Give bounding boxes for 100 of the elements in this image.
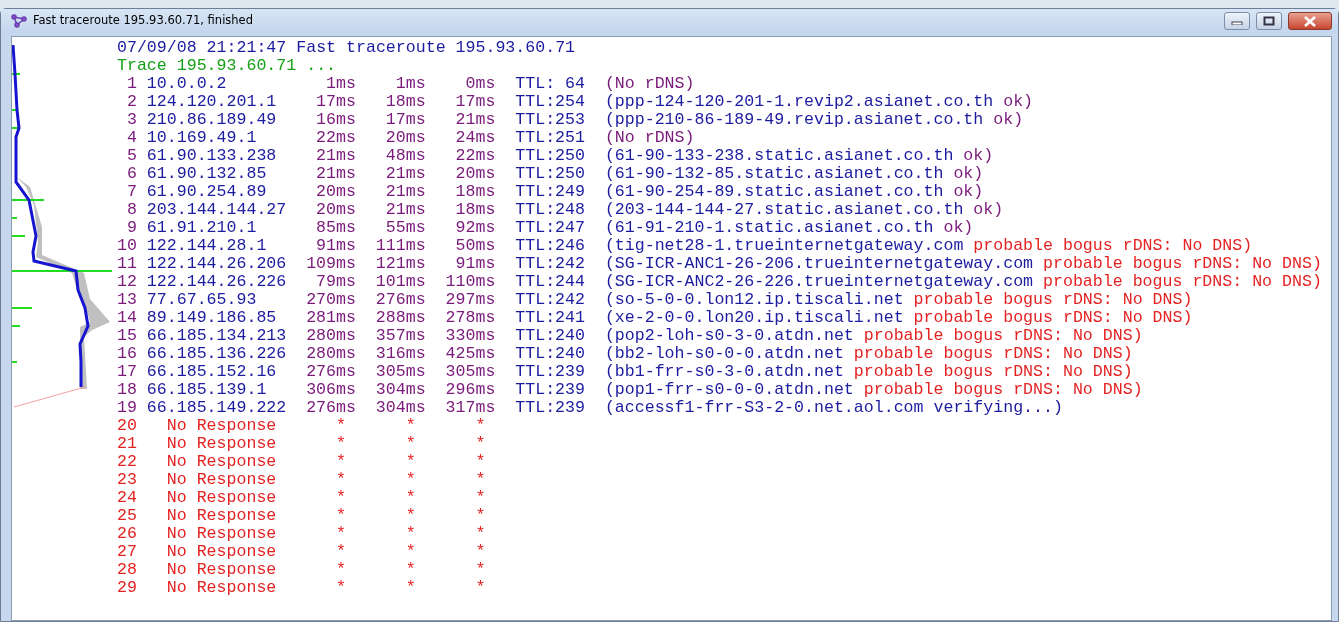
hop-number: 13 — [117, 291, 137, 309]
reverse-dns-text: (203-144-144-27.static.asianet.co.th — [604, 201, 964, 219]
dns-check-note: ok) — [943, 219, 974, 237]
round-trip-time: 17ms — [384, 111, 426, 129]
ttl-value: TTL:254 — [515, 93, 585, 111]
ttl-value: TTL:240 — [515, 327, 585, 345]
round-trip-time: 281ms — [305, 309, 356, 327]
timeout-mark: * — [475, 435, 486, 453]
dns-check-note: probable bogus rDNS: No DNS) — [863, 327, 1143, 345]
minimize-button[interactable] — [1224, 12, 1250, 30]
round-trip-time: 22ms — [315, 129, 356, 147]
ip-address: 124.120.201.1 — [146, 93, 278, 111]
ip-address: 66.185.136.226 — [146, 345, 288, 363]
round-trip-time: 24ms — [454, 129, 496, 147]
maximize-button[interactable] — [1256, 12, 1282, 30]
hop-number: 4 — [125, 129, 137, 147]
round-trip-time: 288ms — [374, 309, 426, 327]
no-response-text: No Response — [166, 579, 277, 597]
reverse-dns-text: (61-90-133-238.static.asianet.co.th — [604, 147, 954, 165]
hop-number: 29 — [117, 579, 137, 597]
round-trip-time: 91ms — [315, 237, 356, 255]
ttl-value: TTL:246 — [515, 237, 585, 255]
round-trip-time: 20ms — [315, 183, 356, 201]
reverse-dns-text: (61-91-210-1.static.asianet.co.th — [604, 219, 934, 237]
hop-number: 9 — [125, 219, 137, 237]
round-trip-time: 304ms — [374, 381, 426, 399]
round-trip-time: 276ms — [374, 291, 426, 309]
timeout-mark: * — [405, 579, 416, 597]
hop-number: 25 — [117, 507, 137, 525]
ip-address: 66.185.139.1 — [146, 381, 268, 399]
hop-number: 21 — [117, 435, 137, 453]
ttl-value: TTL:250 — [515, 147, 585, 165]
hop-number: 12 — [117, 273, 137, 291]
timeout-mark: * — [475, 561, 486, 579]
round-trip-time: 316ms — [374, 345, 426, 363]
round-trip-time: 48ms — [384, 147, 426, 165]
dns-check-note: probable bogus rDNS: No DNS) — [913, 309, 1193, 327]
no-response-text: No Response — [166, 525, 277, 543]
ip-address: 66.185.149.222 — [146, 399, 288, 417]
round-trip-time: 50ms — [454, 237, 496, 255]
round-trip-time: 91ms — [454, 255, 496, 273]
dns-check-note: ok) — [963, 147, 994, 165]
timeout-mark: * — [475, 507, 486, 525]
round-trip-time: 276ms — [305, 363, 356, 381]
hop-number: 22 — [117, 453, 137, 471]
timeout-mark: * — [336, 561, 346, 579]
reverse-dns-text: (ppp-124-120-201-1.revip2.asianet.co.th — [604, 93, 994, 111]
hop-number: 23 — [117, 471, 137, 489]
round-trip-time: 111ms — [374, 237, 426, 255]
hop-number: 3 — [125, 111, 137, 129]
hop-number: 19 — [117, 399, 137, 417]
reverse-dns-text: (pop2-loh-s0-3-0.atdn.net — [604, 327, 854, 345]
ttl-value: TTL:250 — [515, 165, 585, 183]
timeout-mark: * — [336, 453, 346, 471]
round-trip-time: 110ms — [444, 273, 496, 291]
ip-address: 61.90.132.85 — [146, 165, 268, 183]
ip-address: 122.144.26.206 — [146, 255, 288, 273]
timeout-mark: * — [475, 417, 486, 435]
ip-address: 210.86.189.49 — [146, 111, 278, 129]
round-trip-time: 18ms — [454, 183, 496, 201]
timeout-mark: * — [405, 489, 416, 507]
ttl-value: TTL:244 — [515, 273, 585, 291]
hop-number: 5 — [125, 147, 137, 165]
reverse-dns-text: (tig-net28-1.trueinternetgateway.com — [604, 237, 964, 255]
round-trip-time: 101ms — [374, 273, 426, 291]
round-trip-time: 20ms — [454, 165, 496, 183]
ttl-value: TTL:242 — [515, 291, 585, 309]
ip-address: 89.149.186.85 — [146, 309, 278, 327]
round-trip-time: 305ms — [444, 363, 496, 381]
timeout-mark: * — [336, 489, 346, 507]
reverse-dns-text: (No rDNS) — [604, 75, 695, 93]
network-icon — [11, 14, 27, 28]
timeout-mark: * — [405, 543, 416, 561]
ttl-value: TTL: 64 — [515, 75, 585, 93]
round-trip-time: 1ms — [325, 75, 356, 93]
timeout-mark: * — [405, 435, 416, 453]
no-response-text: No Response — [166, 561, 277, 579]
round-trip-time: 425ms — [444, 345, 496, 363]
dns-check-note: probable bogus rDNS: No DNS) — [853, 345, 1133, 363]
reverse-dns-text: (SG-ICR-ANC2-26-226.trueinternetgateway.com — [604, 273, 1034, 291]
ip-address: 203.144.144.27 — [146, 201, 288, 219]
round-trip-time: 21ms — [384, 201, 426, 219]
no-response-text: No Response — [166, 453, 277, 471]
header-line: 07/09/08 21:21:47 Fast traceroute 195.93.60.71 — [117, 39, 576, 57]
ip-address: 77.67.65.93 — [146, 291, 258, 309]
round-trip-time: 357ms — [374, 327, 426, 345]
hop-number: 26 — [117, 525, 137, 543]
hop-number: 20 — [117, 417, 137, 435]
round-trip-time: 18ms — [454, 201, 496, 219]
ttl-value: TTL:239 — [515, 381, 585, 399]
ip-address: 66.185.134.213 — [146, 327, 288, 345]
round-trip-time: 20ms — [384, 129, 426, 147]
reverse-dns-text: (so-5-0-0.lon12.ip.tiscali.net — [604, 291, 904, 309]
round-trip-time: 16ms — [315, 111, 356, 129]
reverse-dns-text: (bb2-loh-s0-0-0.atdn.net — [604, 345, 844, 363]
close-button[interactable] — [1288, 12, 1332, 30]
timeout-mark: * — [336, 543, 346, 561]
ttl-value: TTL:240 — [515, 345, 585, 363]
timeout-mark: * — [475, 471, 486, 489]
round-trip-time: 305ms — [374, 363, 426, 381]
